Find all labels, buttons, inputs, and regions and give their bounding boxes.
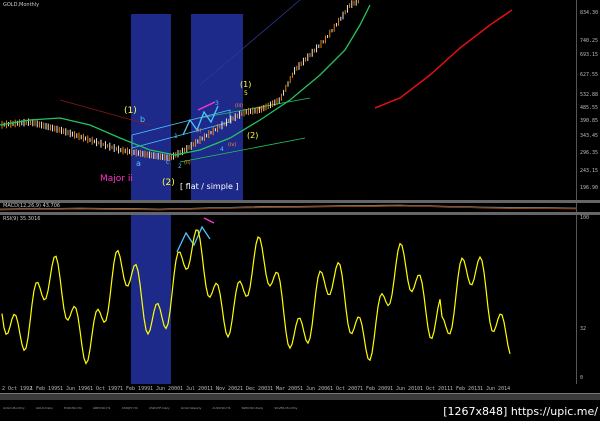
wave-label-minor-ii: (ii) xyxy=(184,160,191,166)
date-label: 1 Nov 2002 xyxy=(210,386,241,392)
price-tick: 296.35 xyxy=(580,150,599,156)
date-label: 1 Jun 2010 xyxy=(390,386,421,392)
wave-label-2: 2 xyxy=(178,163,182,170)
wave-label-minor-i: (i) xyxy=(196,128,202,134)
price-tick: 693.15 xyxy=(580,52,599,58)
date-label: 1 Feb 2013 xyxy=(450,386,481,392)
date-label: 2 Oct 1992 xyxy=(2,386,33,392)
date-axis: 2 Oct 1992 1 Feb 1995 1 Jun 1996 1 Oct 1… xyxy=(0,384,576,393)
chart-tab[interactable]: AUDUSD,H4 xyxy=(212,406,230,410)
rsi-arrow-magenta xyxy=(203,217,215,224)
date-label: 1 Jul 2001 xyxy=(180,386,211,392)
wave-label-5: 5 xyxy=(244,90,248,97)
wave-label-2-paren: (2) xyxy=(247,131,259,140)
price-tick: 390.85 xyxy=(580,118,599,124)
rsi-scale[interactable]: 100 32 0 xyxy=(576,215,600,384)
wave-label-2-bottom: (2) xyxy=(162,178,175,188)
macd-title: MACD(12,26,9) 43.706 xyxy=(3,203,61,209)
wave-label-1-right: (1) xyxy=(240,80,252,89)
chart-tab[interactable]: USDJPY,H4 xyxy=(122,406,138,410)
chart-tab[interactable]: SILVER,Monthly xyxy=(274,406,297,410)
wave-label-flat-simple: [ flat / simple ] xyxy=(180,182,239,191)
price-scale[interactable]: 834.30 740.25 693.15 627.55 532.88 485.5… xyxy=(576,0,600,200)
price-tick: 532.88 xyxy=(580,92,599,98)
ma-red xyxy=(374,9,513,109)
price-tick: 740.25 xyxy=(580,38,599,44)
wave-label-minor-iv: (iv) xyxy=(228,142,237,148)
price-tick: 243.15 xyxy=(580,168,599,174)
price-bars xyxy=(1,0,359,162)
date-label: 1 Mar 2005 xyxy=(270,386,301,392)
date-label: 1 Jun 2006 xyxy=(300,386,331,392)
date-label: 1 Oct 2007 xyxy=(330,386,361,392)
date-label: 1 Jun 1996 xyxy=(60,386,91,392)
price-tick: 834.30 xyxy=(580,10,599,16)
chart-tab[interactable]: NZDUSD,Daily xyxy=(242,406,264,410)
macd-panel[interactable]: MACD(12,26,9) 43.706 xyxy=(0,203,576,212)
chart-tab[interactable]: GOLD,Weekly xyxy=(181,406,201,410)
chart-title: GOLD,Monthly xyxy=(3,2,40,8)
wave-label-1-top: (1) xyxy=(124,106,137,116)
date-label: 1 Jun 2014 xyxy=(480,386,511,392)
price-tick: 627.55 xyxy=(580,72,599,78)
rsi-line xyxy=(1,229,511,365)
image-size-watermark: [1267x848] https://upic.me/ xyxy=(443,405,598,418)
chart-tab-strip: GOLD,Monthly GOLD,Daily EURUSD,H4 GBPUSD… xyxy=(0,393,600,410)
wave-label-major-ii: Major ii xyxy=(100,174,133,184)
highlight-band-rsi xyxy=(131,215,171,384)
rsi-panel[interactable]: RSI(9) 35.3016 xyxy=(0,215,576,384)
date-label: 1 Jun 2000 xyxy=(150,386,181,392)
wave-label-minor-v: (v) xyxy=(258,106,265,112)
chart-tab[interactable]: GOLD,Monthly xyxy=(3,406,25,410)
macd-scale[interactable] xyxy=(576,203,600,212)
price-tick: 196.90 xyxy=(580,185,599,191)
rsi-tick: 100 xyxy=(580,215,590,221)
rsi-svg xyxy=(1,215,511,384)
rsi-title: RSI(9) 35.3016 xyxy=(3,216,41,222)
wave-label-c: c xyxy=(166,159,170,166)
chart-tab[interactable]: EURUSD,H4 xyxy=(64,406,82,410)
date-label: 1 Dec 2003 xyxy=(240,386,271,392)
price-tick: 343.45 xyxy=(580,133,599,139)
chart-tab[interactable]: USDCHF,Daily xyxy=(149,406,170,410)
price-chart-svg xyxy=(0,0,513,200)
highlight-band-left xyxy=(131,14,171,200)
wave-label-1: 1 xyxy=(174,133,178,140)
date-label: 1 Feb 1999 xyxy=(120,386,151,392)
wave-label-b: b xyxy=(140,115,146,124)
chart-tab[interactable]: GBPUSD,H1 xyxy=(93,406,111,410)
date-label: 1 Feb 1995 xyxy=(30,386,61,392)
date-label: 1 Feb 2009 xyxy=(360,386,391,392)
wave-label-minor-iii: (iii) xyxy=(235,103,244,109)
macd-svg xyxy=(0,204,576,211)
black-gap-bar xyxy=(182,22,191,200)
date-label: 1 Oct 1997 xyxy=(90,386,121,392)
rsi-tick: 0 xyxy=(580,375,584,381)
price-panel[interactable]: GOLD,Monthly Major ii (1) b a c (2) [ fl… xyxy=(0,0,576,200)
chart-tab[interactable]: GOLD,Daily xyxy=(36,406,53,410)
wave-label-4: 4 xyxy=(220,146,224,153)
rsi-tick: 32 xyxy=(580,326,587,332)
wave-label-a: a xyxy=(136,159,141,168)
wave-label-3: 3 xyxy=(215,100,219,107)
date-label: 1 Oct 2011 xyxy=(420,386,451,392)
macd-line xyxy=(0,204,576,210)
price-tick: 485.55 xyxy=(580,105,599,111)
